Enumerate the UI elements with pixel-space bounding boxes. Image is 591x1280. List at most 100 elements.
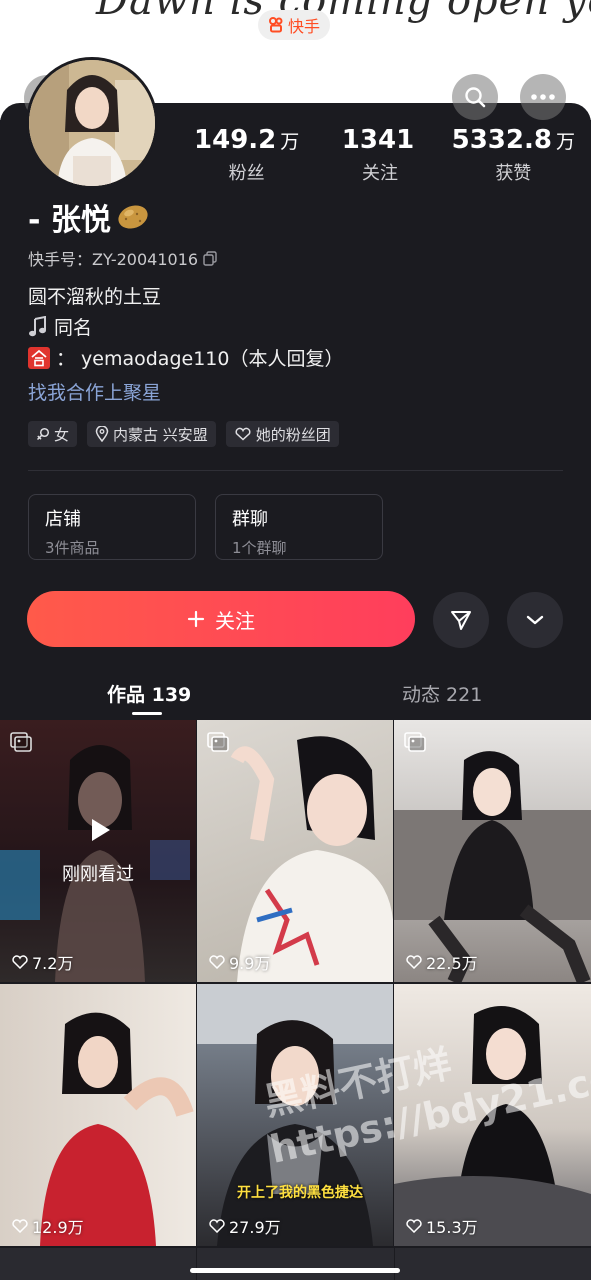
kuaishou-id: 快手号：ZY-20041016 xyxy=(28,246,218,270)
like-count-text: 12.9万 xyxy=(32,1218,84,1237)
more-button[interactable] xyxy=(520,74,566,120)
grid-item-partial[interactable] xyxy=(197,1248,394,1280)
search-icon xyxy=(465,87,486,108)
like-count: 15.3万 xyxy=(406,1214,478,1238)
bio-line-3: ： yemaodage110（本人回复） xyxy=(28,344,343,371)
logo-label: 快手 xyxy=(288,17,321,36)
card-title: 群聊 xyxy=(232,509,268,530)
profile-name: - 张悦 xyxy=(28,203,111,238)
stat-label: 粉丝 xyxy=(228,163,265,184)
card-subtitle: 1个群聊 xyxy=(232,539,287,557)
stat-label: 关注 xyxy=(361,163,398,184)
banner-script-text: Dawn is coming open your eyes. xyxy=(96,0,591,24)
plus-icon xyxy=(187,610,205,628)
tag-label: 女 xyxy=(54,425,70,444)
image-post-icon xyxy=(207,732,229,752)
tag-fan-club[interactable]: 她的粉丝团 xyxy=(225,421,339,447)
music-note-icon xyxy=(29,315,46,336)
bio-line-2: 同名 xyxy=(28,313,92,340)
recently-watched-label: 刚刚看过 xyxy=(62,864,134,885)
tab-works[interactable]: 作品 139 xyxy=(107,680,191,707)
grid-item[interactable]: 刚刚看过 7.2万 xyxy=(0,720,196,982)
stat-value: 1341 xyxy=(341,125,415,155)
tag-gender[interactable]: 女 xyxy=(28,421,78,447)
grid-next-row xyxy=(0,1248,591,1280)
thumbnail-image xyxy=(40,1012,194,1246)
like-count: 9.9万 xyxy=(209,950,270,974)
more-dots-icon xyxy=(531,94,555,100)
kuaishou-id-text: 快手号：ZY-20041016 xyxy=(28,250,199,269)
video-caption: 开上了我的黑色捷达 xyxy=(237,1185,363,1201)
stat-label: 获赞 xyxy=(495,163,532,184)
avatar-photo xyxy=(29,60,155,186)
cooperation-badge-icon xyxy=(28,346,50,369)
content-tabs: 作品 139 动态 221 xyxy=(0,675,591,715)
heart-icon xyxy=(209,955,225,969)
profile-tags: 女 内蒙古 兴安盟 她的粉丝团 xyxy=(28,421,339,447)
stat-unit: 万 xyxy=(280,131,300,153)
like-count: 22.5万 xyxy=(406,950,478,974)
grid-item[interactable]: 12.9万 xyxy=(0,984,196,1246)
stat-value: 149.2 xyxy=(194,125,277,155)
profile-stats: 149.2 万 粉丝 1341 关注 5332.8 万 获赞 xyxy=(180,125,580,185)
image-post-icon xyxy=(10,732,32,752)
tab-moments[interactable]: 动态 221 xyxy=(402,680,482,707)
copy-icon[interactable] xyxy=(202,250,218,266)
send-message-button[interactable] xyxy=(433,592,489,648)
kuaishou-logo-icon xyxy=(269,17,283,33)
potato-emoji-icon xyxy=(118,205,148,229)
expand-button[interactable] xyxy=(507,592,563,648)
bio-line-1: 圆不溜秋的土豆 xyxy=(28,282,161,309)
grid-item[interactable]: 9.9万 xyxy=(197,720,393,982)
home-indicator[interactable] xyxy=(190,1268,400,1273)
chevron-down-icon xyxy=(526,615,544,625)
like-count-text: 15.3万 xyxy=(426,1218,478,1237)
thumbnail-image xyxy=(394,751,591,982)
grid-item[interactable]: 22.5万 xyxy=(394,720,591,982)
like-count-text: 9.9万 xyxy=(229,954,271,973)
follow-label: 关注 xyxy=(215,608,255,633)
stat-fans[interactable]: 149.2 万 粉丝 xyxy=(182,125,312,185)
shop-card[interactable]: 店铺 3件商品 xyxy=(28,494,196,560)
female-icon xyxy=(36,427,50,441)
follow-button[interactable]: 关注 xyxy=(27,591,415,647)
stat-likes[interactable]: 5332.8 万 获赞 xyxy=(448,125,578,185)
tag-label: 内蒙古 兴安盟 xyxy=(113,425,208,444)
thumbnail-image xyxy=(0,745,190,982)
card-title: 店铺 xyxy=(45,509,81,530)
card-subtitle: 3件商品 xyxy=(45,539,100,557)
play-icon xyxy=(92,819,110,841)
like-count-text: 22.5万 xyxy=(426,954,478,973)
image-post-icon xyxy=(404,732,426,752)
avatar[interactable] xyxy=(26,57,158,189)
heart-icon xyxy=(406,955,422,969)
heart-icon xyxy=(406,1219,422,1233)
bio-text: 同名 xyxy=(54,317,93,339)
tag-location[interactable]: 内蒙古 兴安盟 xyxy=(87,421,216,447)
search-button[interactable] xyxy=(452,74,498,120)
like-count: 12.9万 xyxy=(12,1214,84,1238)
tag-label: 她的粉丝团 xyxy=(255,425,331,444)
stat-unit: 万 xyxy=(555,131,575,153)
kuaishou-logo: 快手 xyxy=(258,10,331,40)
grid-item-partial[interactable] xyxy=(394,1248,591,1280)
active-tab-indicator xyxy=(132,712,162,715)
heart-icon xyxy=(12,1219,28,1233)
like-count-text: 27.9万 xyxy=(229,1218,281,1237)
grid-item-partial[interactable] xyxy=(0,1248,197,1280)
like-count: 27.9万 xyxy=(209,1214,281,1238)
heart-icon xyxy=(12,955,28,969)
heart-badge-icon xyxy=(235,427,251,441)
bio-text: 圆不溜秋的土豆 xyxy=(28,286,162,308)
cooperation-link[interactable]: 找我合作上聚星 xyxy=(28,378,161,405)
location-pin-icon xyxy=(95,426,109,442)
profile-name-row: - 张悦 xyxy=(28,195,151,239)
stat-value: 5332.8 xyxy=(451,125,552,155)
heart-icon xyxy=(209,1219,225,1233)
group-chat-card[interactable]: 群聊 1个群聊 xyxy=(215,494,383,560)
bio-text: ： yemaodage110（本人回复） xyxy=(56,348,344,370)
thumbnail-image xyxy=(230,736,393,982)
like-count: 7.2万 xyxy=(12,950,73,974)
section-divider xyxy=(28,470,563,471)
stat-following[interactable]: 1341 关注 xyxy=(315,125,445,185)
